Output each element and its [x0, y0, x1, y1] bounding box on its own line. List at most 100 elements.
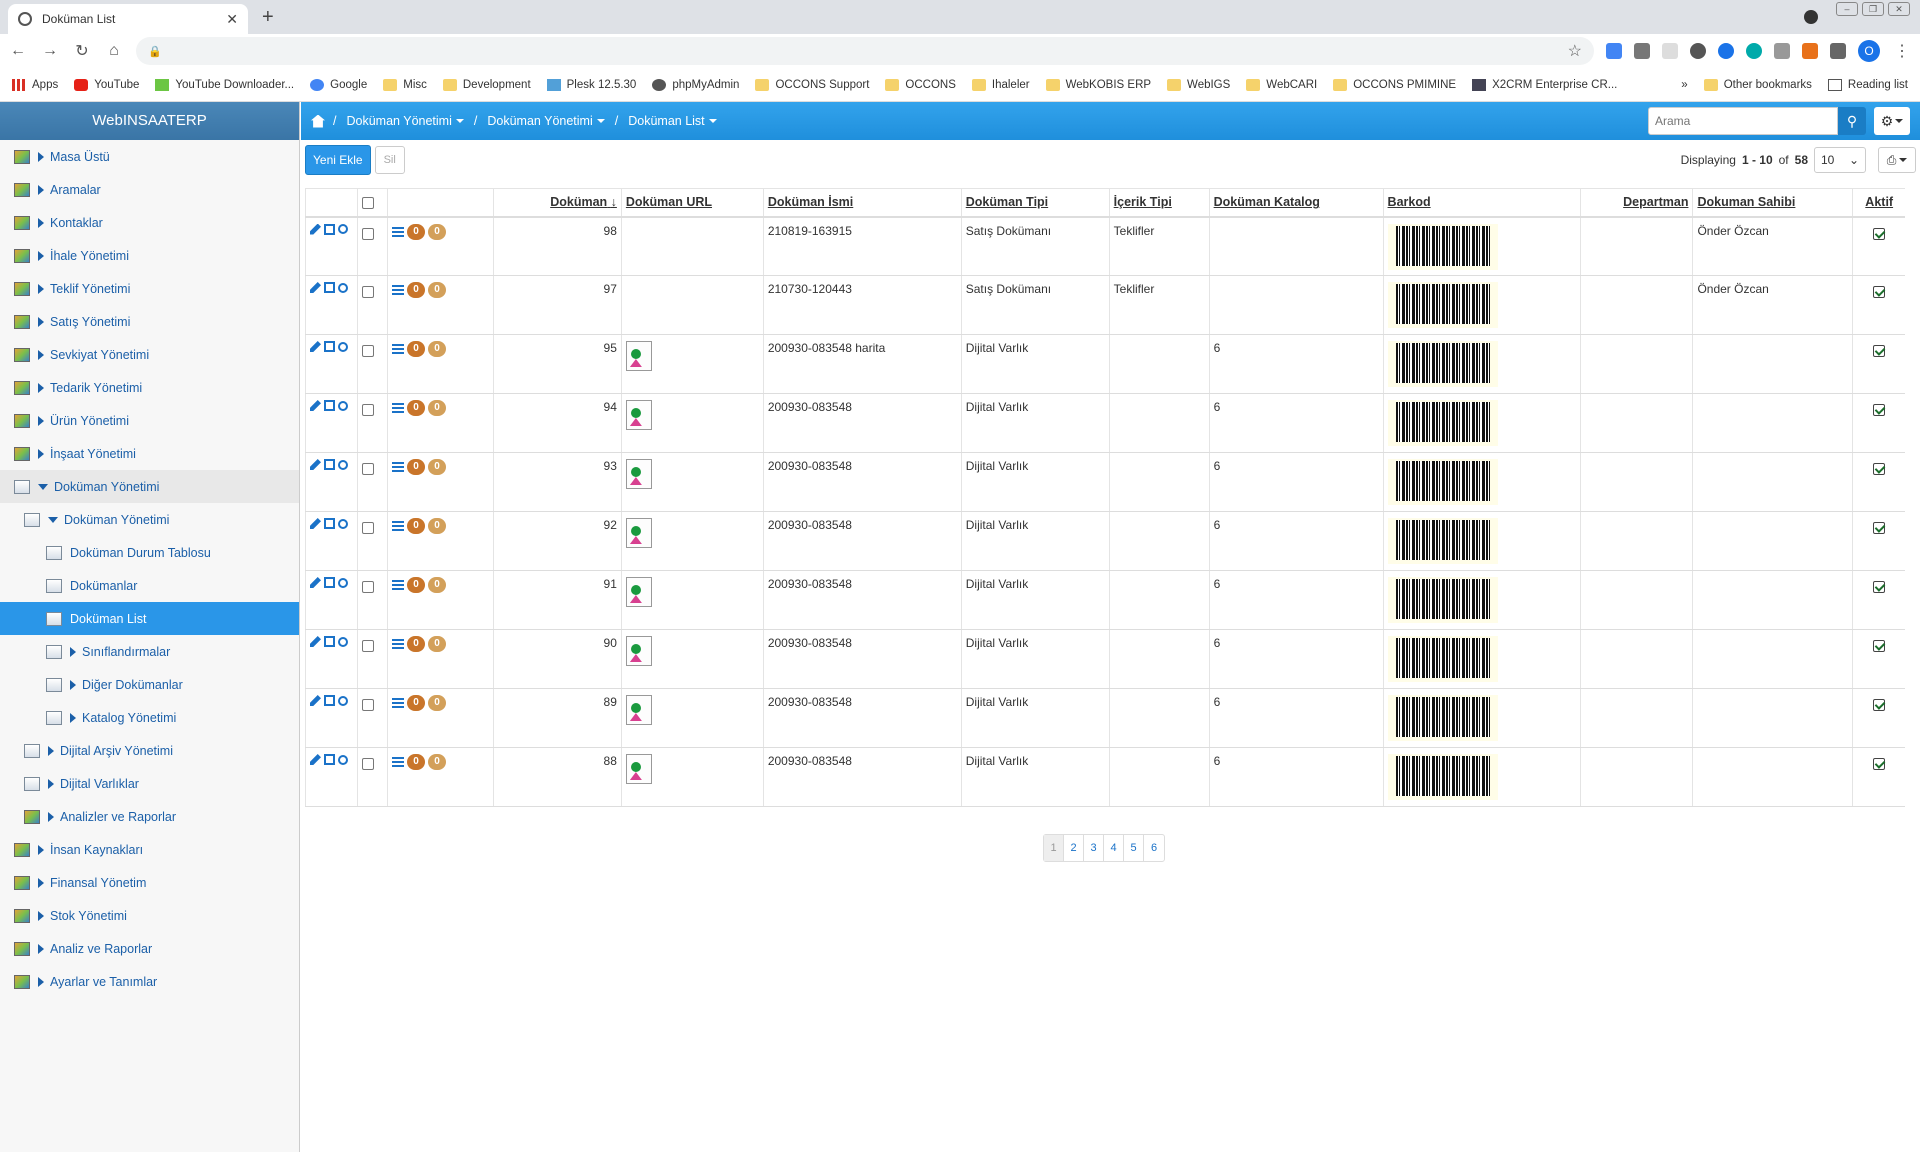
- count-badge[interactable]: 0: [406, 636, 425, 652]
- tab-close-icon[interactable]: ✕: [226, 11, 238, 28]
- count-badge[interactable]: 0: [427, 518, 446, 534]
- forward-icon[interactable]: →: [40, 42, 60, 60]
- list-icon[interactable]: [391, 403, 404, 413]
- copy-icon[interactable]: [324, 577, 335, 588]
- sidebar-item-tedarik[interactable]: Tedarik Yönetimi: [0, 371, 299, 404]
- active-checkbox[interactable]: [1873, 463, 1886, 475]
- bookmark-ihaleler[interactable]: Ihaleler: [971, 78, 1030, 91]
- active-checkbox[interactable]: [1873, 404, 1886, 416]
- tab-search-icon[interactable]: [1804, 10, 1818, 24]
- view-icon[interactable]: [338, 518, 348, 529]
- active-checkbox[interactable]: [1873, 286, 1886, 298]
- bookmark-occons-pmimine[interactable]: OCCONS PMIMINE: [1333, 78, 1456, 91]
- image-file-icon[interactable]: [625, 754, 652, 784]
- bookmark-occons[interactable]: OCCONS: [885, 78, 956, 91]
- row-checkbox[interactable]: [361, 640, 374, 652]
- search-icon[interactable]: ⚲: [1838, 107, 1866, 135]
- breadcrumb-item-2[interactable]: Doküman Yönetimi: [487, 114, 605, 128]
- count-badge[interactable]: 0: [427, 754, 446, 770]
- active-checkbox[interactable]: [1873, 699, 1886, 711]
- edit-icon[interactable]: [310, 459, 321, 470]
- page-1[interactable]: 1: [1044, 835, 1064, 861]
- count-badge[interactable]: 0: [406, 400, 425, 416]
- header-dokuman-url[interactable]: Doküman URL: [620, 188, 764, 218]
- list-icon[interactable]: [391, 521, 404, 531]
- row-checkbox[interactable]: [361, 463, 374, 475]
- row-checkbox[interactable]: [361, 404, 374, 416]
- page-6[interactable]: 6: [1144, 835, 1164, 861]
- header-dokuman-katalog[interactable]: Doküman Katalog: [1208, 188, 1384, 218]
- header-dokuman[interactable]: Doküman ↓: [492, 188, 622, 218]
- edit-icon[interactable]: [310, 223, 321, 235]
- close-window-icon[interactable]: ✕: [1888, 2, 1910, 16]
- count-badge[interactable]: 0: [406, 282, 425, 298]
- edit-icon[interactable]: [310, 341, 321, 352]
- sidebar-item-ihale[interactable]: İhale Yönetimi: [0, 239, 299, 272]
- sidebar-item-kontaklar[interactable]: Kontaklar: [0, 206, 299, 239]
- row-checkbox[interactable]: [361, 345, 374, 357]
- row-checkbox[interactable]: [361, 758, 374, 770]
- new-button[interactable]: Yeni Ekle: [305, 145, 371, 175]
- bookmark-apps[interactable]: Apps: [12, 78, 58, 91]
- view-icon[interactable]: [338, 224, 348, 234]
- pin-extension-icon[interactable]: [1690, 43, 1706, 59]
- count-badge[interactable]: 0: [427, 577, 446, 593]
- count-badge[interactable]: 0: [406, 223, 425, 240]
- view-icon[interactable]: [338, 400, 348, 411]
- home-icon[interactable]: ⌂: [104, 42, 124, 60]
- view-icon[interactable]: [338, 282, 348, 293]
- list-icon[interactable]: [391, 226, 404, 237]
- page-5[interactable]: 5: [1124, 835, 1144, 861]
- copy-icon[interactable]: [324, 636, 335, 647]
- image-file-icon[interactable]: [625, 400, 652, 430]
- sidebar-item-teklif[interactable]: Teklif Yönetimi: [0, 272, 299, 305]
- view-icon[interactable]: [338, 754, 348, 765]
- count-badge[interactable]: 0: [427, 282, 446, 298]
- header-dokuman-sahibi[interactable]: Dokuman Sahibi: [1692, 188, 1853, 218]
- count-badge[interactable]: 0: [427, 223, 446, 240]
- view-icon[interactable]: [338, 459, 348, 470]
- header-dokuman-ismi[interactable]: Doküman İsmi: [762, 188, 962, 218]
- row-checkbox[interactable]: [361, 227, 374, 240]
- copy-icon[interactable]: [324, 518, 335, 529]
- sidebar-item-masa-ustu[interactable]: Masa Üstü: [0, 140, 299, 173]
- list-icon[interactable]: [391, 639, 404, 649]
- header-aktif[interactable]: Aktif: [1852, 188, 1905, 218]
- sidebar-item-dokumanlar[interactable]: Dokümanlar: [0, 569, 299, 602]
- count-badge[interactable]: 0: [427, 636, 446, 652]
- translate-extension-icon[interactable]: [1606, 43, 1622, 59]
- image-file-icon[interactable]: [625, 459, 652, 489]
- reload-icon[interactable]: ↻: [72, 41, 92, 61]
- delete-button[interactable]: Sil: [374, 146, 405, 174]
- page-4[interactable]: 4: [1104, 835, 1124, 861]
- image-file-icon[interactable]: [625, 341, 652, 371]
- sidebar-item-dokuman-yonetimi[interactable]: Doküman Yönetimi: [0, 470, 299, 503]
- bookmark-webcari[interactable]: WebCARI: [1246, 78, 1317, 91]
- bookmark-youtube-downloader[interactable]: YouTube Downloader...: [155, 78, 294, 91]
- sidebar-item-durum-tablosu[interactable]: Doküman Durum Tablosu: [0, 536, 299, 569]
- search-input[interactable]: [1648, 107, 1838, 135]
- new-tab-icon[interactable]: +: [262, 6, 274, 29]
- copy-icon[interactable]: [324, 695, 335, 706]
- edit-icon[interactable]: [310, 577, 321, 588]
- sidebar-item-satis[interactable]: Satış Yönetimi: [0, 305, 299, 338]
- browser-menu-icon[interactable]: ⋮: [1892, 41, 1912, 61]
- infinity-extension-icon[interactable]: [1718, 43, 1734, 59]
- sidebar-item-analiz-raporlar[interactable]: Analiz ve Raporlar: [0, 932, 299, 965]
- count-badge[interactable]: 0: [406, 695, 425, 711]
- edit-icon[interactable]: [310, 695, 321, 706]
- copy-icon[interactable]: [324, 341, 335, 352]
- copy-icon[interactable]: [324, 400, 335, 411]
- active-checkbox[interactable]: [1873, 227, 1886, 240]
- row-checkbox[interactable]: [361, 522, 374, 534]
- bookmark-x2crm[interactable]: X2CRM Enterprise CR...: [1472, 78, 1617, 91]
- view-icon[interactable]: [338, 695, 348, 706]
- sidebar-item-finansal[interactable]: Finansal Yönetim: [0, 866, 299, 899]
- stop-extension-icon[interactable]: [1802, 43, 1818, 59]
- active-checkbox[interactable]: [1873, 581, 1886, 593]
- view-icon[interactable]: [338, 636, 348, 647]
- row-checkbox[interactable]: [361, 286, 374, 298]
- image-file-icon[interactable]: [625, 518, 652, 548]
- header-icerik-tipi[interactable]: İçerik Tipi: [1108, 188, 1210, 218]
- w-extension-icon[interactable]: [1662, 43, 1678, 59]
